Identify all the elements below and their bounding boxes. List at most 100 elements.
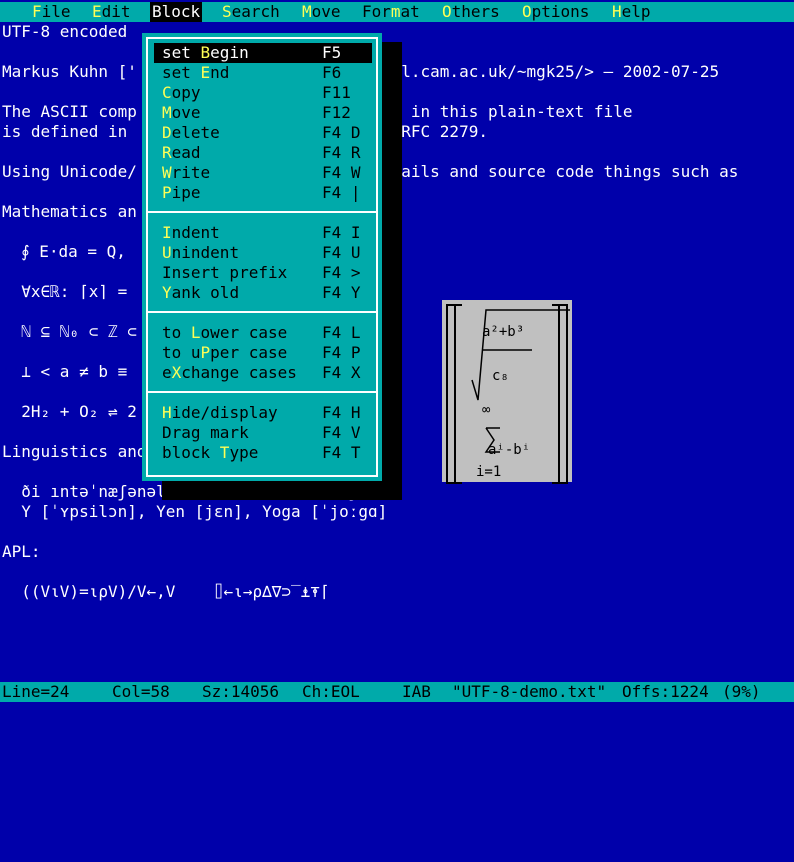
block-menu-item-set-begin[interactable]: set Begin F5 — [154, 43, 372, 63]
menu-item-label-part: W — [162, 163, 172, 182]
text-line: Markus Kuhn [' — [2, 62, 137, 81]
menu-label-part: lock — [161, 2, 201, 21]
menu-label-part: at — [400, 2, 420, 21]
block-menu-item-indent[interactable]: Indent F4 I — [154, 223, 372, 243]
menu-item-label-part: set — [162, 63, 201, 82]
menu-item-shortcut: F4 V — [322, 423, 361, 442]
menu-item-shortcut: F4 | — [322, 183, 361, 202]
menu-item-label: Read — [162, 143, 201, 163]
status-percent: (9%) — [722, 682, 761, 701]
block-menu-item-yank-old[interactable]: Yank old F4 Y — [154, 283, 372, 303]
menu-item-label-part: Y — [162, 283, 172, 302]
menu-item-shortcut: F4 W — [322, 163, 361, 182]
menu-item-shortcut: F4 X — [322, 363, 361, 382]
block-menu-item-block-type[interactable]: block Type F4 T — [154, 443, 372, 463]
text-line: is defined in — [2, 122, 128, 141]
menu-item-label-part: E — [200, 63, 211, 82]
text-line: Y [ˈʏpsilɔn], Yen [jɛn], Yoga [ˈjoːgɑ] — [2, 502, 388, 521]
text-line: ((V⍳V)=⍳⍴V)/V←,V ⌷←⍳→⍴∆∇⊃‾⍎⍕⌈ — [2, 582, 330, 601]
menu-item-label-part: R — [162, 143, 172, 162]
menu-item-shortcut: F4 T — [322, 443, 361, 462]
menu-item-label: to uPper case — [162, 343, 287, 363]
menu-options[interactable]: Options — [520, 2, 591, 22]
text-line: ∮ E⋅da = Q, — [2, 242, 126, 261]
menu-label-part: ove — [311, 2, 341, 21]
menu-file[interactable]: File — [30, 2, 73, 22]
menu-label-part: B — [152, 2, 162, 21]
status-bar: Line=24 Col=58 Sz:14056 Ch:EOL IAB "UTF-… — [0, 682, 794, 702]
menu-item-label: Indent — [162, 223, 220, 243]
menu-separator — [148, 311, 376, 313]
menu-item-label-part: change cases — [181, 363, 297, 382]
menu-label-part: m — [390, 2, 401, 21]
menu-format[interactable]: Format — [360, 2, 422, 22]
menu-label-part: For — [362, 2, 391, 21]
menu-label-part: E — [92, 2, 102, 21]
menu-bar: File Edit Block Search Move Format Others Optio… — [0, 2, 794, 22]
block-menu-item-insert-prefix[interactable]: Insert prefix F4 > — [154, 263, 372, 283]
block-menu-item-set-end[interactable]: set End F6 — [154, 63, 372, 83]
text-line-fragment: ed in this plain-text file — [382, 102, 633, 121]
menu-item-label-part: ipe — [171, 183, 201, 202]
menu-item-label-part: ide/display — [171, 403, 278, 422]
block-menu-item-move[interactable]: Move F12 — [154, 103, 372, 123]
menu-item-label: Yank old — [162, 283, 239, 303]
math-formula-image: a²+b³ c₈ ∞ aⁱ-bⁱ i=1 — [442, 300, 572, 484]
menu-item-label-part: I — [162, 223, 172, 242]
menu-label-part: ile — [41, 2, 71, 21]
block-menu-item-to-upper-case[interactable]: to uPper case F4 P — [154, 343, 372, 363]
block-menu-item-copy[interactable]: Copy F11 — [154, 83, 372, 103]
menu-item-label-part: e — [162, 363, 172, 382]
menu-move[interactable]: Move — [300, 2, 343, 22]
text-line: ℕ ⊆ ℕ₀ ⊂ ℤ ⊂ — [2, 322, 137, 341]
menu-item-label-part: nindent — [171, 243, 240, 262]
menu-item-label: Insert prefix — [162, 263, 287, 283]
menu-block[interactable]: Block — [150, 2, 203, 22]
menu-item-label-part: X — [171, 363, 182, 382]
math-numerator: a²+b³ — [482, 324, 525, 340]
block-menu-item-exchange-cases[interactable]: eXchange cases F4 X — [154, 363, 372, 383]
text-line: UTF-8 encoded — [2, 22, 128, 41]
status-mode: IAB — [402, 682, 431, 701]
block-menu-item-read[interactable]: Read F4 R — [154, 143, 372, 163]
block-menu-item-drag-mark[interactable]: Drag mark F4 V — [154, 423, 372, 443]
block-menu-item-hide-display[interactable]: Hide/display F4 H — [154, 403, 372, 423]
menu-item-label-part: to — [162, 323, 191, 342]
menu-edit[interactable]: Edit — [90, 2, 133, 22]
menu-label-part: thers — [451, 2, 500, 21]
block-menu-item-write[interactable]: Write F4 W — [154, 163, 372, 183]
block-menu-item-to-lower-case[interactable]: to Lower case F4 L — [154, 323, 372, 343]
menu-item-label-part: L — [190, 323, 201, 342]
math-infinity: ∞ — [482, 402, 491, 418]
menu-item-shortcut: F12 — [322, 103, 351, 122]
menu-item-shortcut: F4 Y — [322, 283, 361, 302]
menu-item-label: to Lower case — [162, 323, 287, 343]
menu-item-label-part: elete — [171, 123, 220, 142]
menu-item-shortcut: F5 — [322, 43, 342, 62]
menu-others[interactable]: Others — [440, 2, 502, 22]
menu-label-part: O — [522, 2, 532, 21]
math-denominator: c₈ — [492, 368, 509, 384]
menu-item-shortcut: F4 P — [322, 343, 361, 362]
menu-item-label-part: ead — [171, 143, 201, 162]
block-menu-item-pipe[interactable]: Pipe F4 | — [154, 183, 372, 203]
menu-item-label: Delete — [162, 123, 220, 143]
menu-item-label-part: C — [162, 83, 172, 102]
menu-item-label: set Begin — [162, 43, 249, 63]
menu-item-label-part: set — [162, 43, 201, 62]
status-line: Line=24 — [2, 682, 70, 701]
menu-item-label-part: M — [162, 103, 172, 122]
menu-label-part: H — [612, 2, 622, 21]
menu-item-label: Move — [162, 103, 201, 123]
text-line: 2H₂ + O₂ ⇌ 2 — [2, 402, 137, 421]
menu-label-part: earch — [231, 2, 280, 21]
menu-help[interactable]: Help — [610, 2, 653, 22]
menu-item-shortcut: F4 H — [322, 403, 361, 422]
block-menu-item-delete[interactable]: Delete F4 D — [154, 123, 372, 143]
text-line: Using Unicode/ — [2, 162, 137, 181]
menu-item-label-part: P — [162, 183, 172, 202]
menu-item-label: Hide/display — [162, 403, 278, 423]
status-filename: "UTF-8-demo.txt" — [452, 682, 607, 701]
block-menu-item-unindent[interactable]: Unindent F4 U — [154, 243, 372, 263]
menu-search[interactable]: Search — [220, 2, 282, 22]
